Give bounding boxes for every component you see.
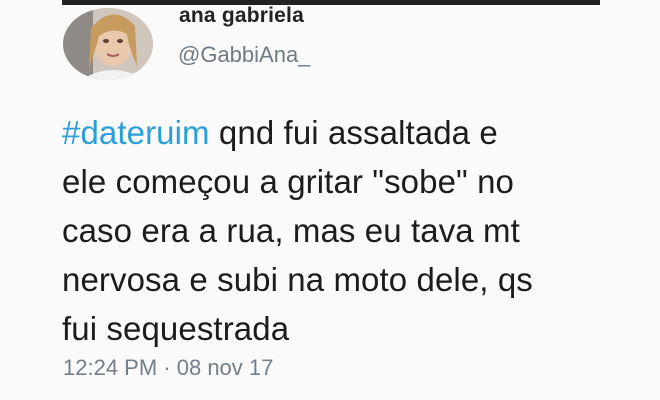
display-name[interactable]: ana gabriela [179, 4, 304, 28]
tweet-line-text: qnd fui assaltada e [209, 114, 498, 151]
tweet-time: 12:24 PM [63, 355, 158, 380]
tweet-line: fui sequestrada [62, 310, 290, 347]
tweet-timestamp[interactable]: 12:24 PM · 08 nov 17 [63, 355, 273, 381]
hashtag-link[interactable]: #dateruim [62, 114, 210, 151]
timestamp-separator: · [157, 355, 177, 380]
tweet-card: ana gabriela @GabbiAna_ #dateruim qnd fu… [0, 0, 660, 400]
tweet-line: #dateruim qnd fui assaltada e [62, 108, 622, 157]
user-handle[interactable]: @GabbiAna_ [178, 42, 310, 68]
tweet-line: caso era a rua, mas eu tava mt [62, 212, 520, 249]
tweet-date: 08 nov 17 [176, 355, 274, 380]
tweet-line: ele começou a gritar "sobe" no [62, 163, 515, 200]
top-divider [62, 0, 600, 5]
tweet-line: nervosa e subi na moto dele, qs [62, 261, 533, 298]
avatar[interactable] [63, 8, 153, 80]
avatar-photo-icon [63, 8, 153, 80]
tweet-text: #dateruim qnd fui assaltada e ele começo… [62, 108, 622, 353]
